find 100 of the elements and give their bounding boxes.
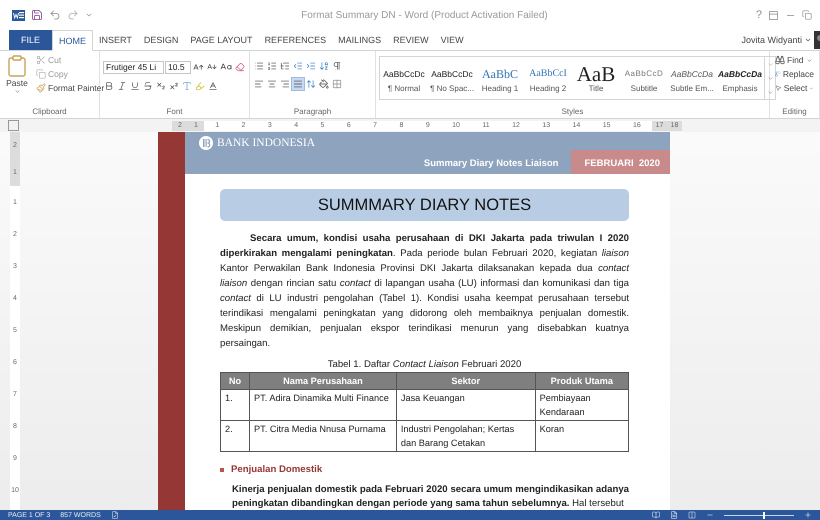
ribbon-tab[interactable]: INSERT (93, 30, 138, 50)
copy-icon (36, 69, 46, 79)
sort-icon (319, 61, 329, 71)
align-icon (267, 79, 277, 89)
font-name-field[interactable]: Frutiger 45 Li (103, 60, 164, 74)
style-item[interactable]: AaBbCcDc ¶ No Spac... (428, 62, 476, 94)
line-spacing-button[interactable] (305, 78, 317, 90)
table-cell: Industri Pengolahan; Kertas dan Barang Cetakan (396, 420, 536, 452)
table-cell: Koran (535, 420, 628, 452)
zoom-in-icon (804, 511, 812, 519)
subscript-button[interactable] (155, 80, 167, 92)
font-size-field[interactable]: 10.5 (165, 60, 191, 74)
table-cell: PT. Adira Dinamika Multi Finance (250, 390, 396, 420)
align-icon (293, 79, 303, 89)
align-button[interactable] (253, 78, 265, 90)
sort-button[interactable] (318, 60, 330, 72)
table-cell: Pembiayaan Kendaraan (535, 390, 628, 420)
caret-icon (804, 36, 812, 44)
column-header: No (220, 372, 250, 390)
group-label: Editing (781, 106, 808, 118)
strikethrough-button[interactable] (142, 80, 154, 92)
table-cell: 1. (220, 390, 250, 420)
superscript-icon (169, 81, 179, 91)
multilevel-list-button[interactable] (279, 60, 291, 72)
ribbon-display-icon (768, 10, 779, 20)
replace-button[interactable]: Replace (773, 68, 816, 80)
group-label: Font (165, 106, 184, 118)
list-tree-icon (280, 61, 290, 71)
text-effects-icon (182, 81, 192, 91)
help-button[interactable]: ? (756, 9, 762, 21)
ribbon-tab[interactable]: DESIGN (138, 30, 184, 50)
grow-font-icon (193, 62, 204, 72)
style-item[interactable]: AaB Title (572, 62, 620, 94)
table-cell: PT. Citra Media Nnusa Purnama (250, 420, 396, 452)
eraser-icon (235, 62, 245, 72)
subscript-icon (156, 81, 166, 91)
caret-icon (806, 56, 813, 64)
proofing-icon (110, 511, 119, 519)
undo-icon (49, 9, 61, 21)
style-item[interactable]: AaBbCcDc ¶ Normal (380, 62, 428, 94)
align-button[interactable] (266, 78, 278, 90)
align-button[interactable] (292, 78, 304, 90)
select-button[interactable]: Select (773, 82, 816, 94)
caret-icon (14, 88, 20, 95)
ribbon-tab[interactable]: PAGE LAYOUT (184, 30, 259, 50)
ribbon-tab[interactable]: MAILINGS (332, 30, 388, 50)
ribbon-tab[interactable]: REFERENCES (258, 30, 332, 50)
align-icon (254, 79, 264, 89)
paint-bucket-icon (319, 79, 329, 89)
bullet-icon (220, 468, 224, 472)
line-spacing-icon (306, 79, 316, 89)
pilcrow-icon (332, 61, 342, 71)
superscript-button[interactable] (168, 80, 180, 92)
numbered-list-icon (267, 61, 277, 71)
ribbon-tab[interactable]: REVIEW (387, 30, 435, 50)
italic-button[interactable] (116, 80, 128, 92)
style-item[interactable]: AaBbCcDa Subtle Em... (668, 62, 716, 94)
style-item[interactable]: AaBbC Heading 1 (476, 62, 524, 94)
underline-button[interactable] (129, 80, 141, 92)
account-button[interactable]: Jovita Widyanti (739, 30, 814, 50)
binoculars-icon (775, 55, 785, 65)
more-styles-icon (766, 88, 774, 96)
file-tab[interactable]: FILE (9, 30, 52, 50)
format-painter-button[interactable]: Format Painter (34, 82, 106, 94)
style-item[interactable]: AaBbCcI Heading 2 (524, 62, 572, 94)
numbering-button[interactable] (266, 60, 278, 72)
underline-icon (130, 81, 140, 91)
font-color-icon (208, 81, 218, 91)
document-title: SUMMMARY DIARY NOTES (220, 189, 629, 221)
word-logo-icon[interactable] (12, 8, 25, 22)
strikethrough-icon (143, 81, 153, 91)
show-marks-button[interactable] (331, 60, 343, 72)
increase-indent-icon (306, 61, 316, 71)
scroll-down-icon (766, 74, 774, 82)
font-color-button[interactable] (207, 80, 219, 92)
print-layout-icon (670, 511, 678, 519)
shrink-font-icon (207, 62, 217, 72)
shading-button[interactable] (318, 78, 330, 90)
italic-icon (117, 81, 127, 91)
avatar-icon[interactable] (814, 31, 820, 49)
style-item[interactable]: AaBbCcDa Emphasis (716, 62, 764, 94)
table-cell: Jasa Keuangan (396, 390, 536, 420)
clear-formatting-button[interactable] (234, 61, 246, 73)
find-button[interactable]: Find (773, 54, 816, 66)
align-button[interactable] (279, 78, 291, 90)
ribbon-tab[interactable]: HOME (52, 30, 94, 51)
paste-button[interactable]: Paste (3, 54, 31, 106)
web-layout-icon (688, 511, 696, 519)
caret-icon (809, 84, 814, 92)
tab-selector[interactable] (8, 120, 19, 131)
highlighter-icon (195, 81, 205, 91)
pointer-icon (775, 83, 782, 93)
table-caption: Tabel 1. Daftar Contact Liaison Februari 2020 (326, 359, 522, 370)
group-label: Paragraph (292, 106, 332, 118)
scissors-icon (36, 55, 46, 65)
style-item[interactable]: AaBbCcD Subtitle (620, 62, 668, 94)
bold-button[interactable] (103, 80, 115, 92)
ribbon-tab[interactable]: VIEW (434, 30, 470, 50)
save-icon (31, 9, 43, 21)
increase-indent-button[interactable] (305, 60, 317, 72)
